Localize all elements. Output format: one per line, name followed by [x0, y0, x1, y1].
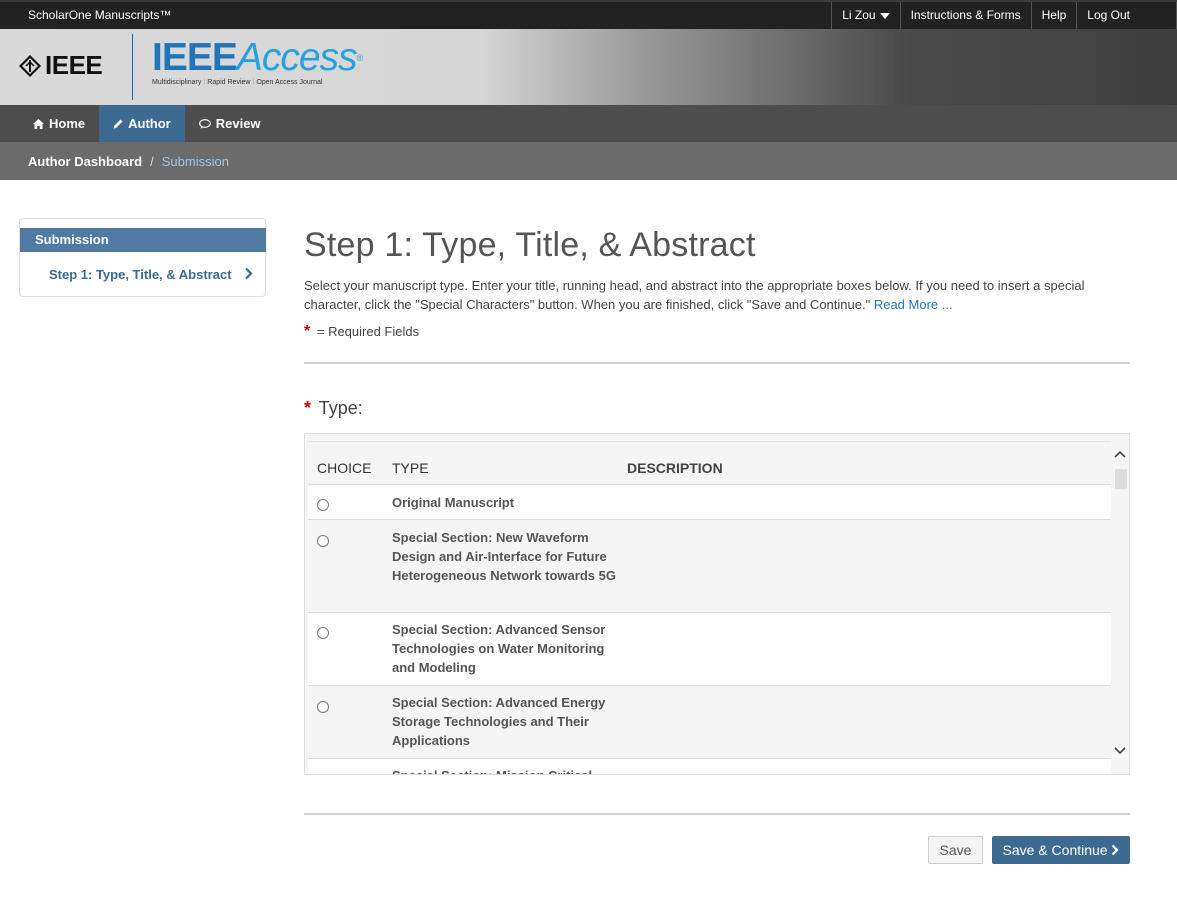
ieee-access-logo[interactable]: IEEEAccess® Multidisciplinary ⁞ Rapid Re… — [152, 36, 363, 87]
ieee-diamond-icon — [18, 54, 42, 78]
type-name: Original Manuscript — [392, 495, 515, 510]
instructions-text: Select your manuscript type. Enter your … — [304, 276, 1124, 314]
ieee-logo-text: IEEE — [45, 50, 103, 80]
divider-bottom — [304, 813, 1130, 815]
column-header-choice: CHOICE — [317, 460, 372, 476]
required-asterisk: * — [304, 323, 311, 340]
pencil-icon — [113, 119, 123, 128]
divider-top — [304, 362, 1130, 364]
tab-author[interactable]: Author — [99, 105, 185, 142]
instructions-forms-link[interactable]: Instructions & Forms — [899, 2, 1031, 29]
top-bar: ScholarOne Manuscripts™ Li Zou Instructi… — [0, 0, 1177, 29]
scroll-up-icon[interactable] — [1114, 450, 1126, 458]
header-banner: IEEE IEEEAccess® Multidisciplinary ⁞ Rap… — [0, 29, 1177, 105]
radio-special-section-water[interactable] — [317, 627, 329, 639]
table-header: CHOICE TYPE DESCRIPTION — [308, 441, 1112, 485]
scroll-down-icon[interactable] — [1114, 747, 1126, 755]
required-note-text: = Required Fields — [316, 324, 420, 339]
type-name: Special Section: Advanced Energy Storage… — [392, 695, 606, 748]
save-button[interactable]: Save — [928, 836, 983, 864]
column-header-type: TYPE — [392, 460, 429, 476]
instructions-body: Select your manuscript type. Enter your … — [304, 278, 1085, 312]
table-row[interactable]: Special Section: Advanced Energy Storage… — [308, 686, 1112, 759]
radio-special-section-energy[interactable] — [317, 701, 329, 713]
type-name: Special Section: New Waveform Design and… — [392, 530, 616, 583]
breadcrumb-separator: / — [150, 154, 154, 169]
user-menu[interactable]: Li Zou — [831, 2, 899, 29]
sidebar-item-step1[interactable]: Step 1: Type, Title, & Abstract — [49, 267, 232, 282]
logo-divider — [132, 34, 133, 100]
tab-review[interactable]: Review — [185, 105, 275, 142]
breadcrumb-bar: Author Dashboard / Submission — [0, 142, 1177, 180]
table-row[interactable]: Special Section: Mission Critical — [308, 759, 1112, 774]
main-nav: Home Author Review — [0, 105, 1177, 142]
tab-author-label: Author — [128, 116, 171, 131]
table-scrollbar[interactable] — [1111, 434, 1129, 774]
manuscript-type-table[interactable]: CHOICE TYPE DESCRIPTION Original Manuscr… — [304, 433, 1130, 775]
tab-review-label: Review — [215, 116, 261, 131]
table-content: CHOICE TYPE DESCRIPTION Original Manuscr… — [308, 441, 1112, 774]
access-logo-bold: IEEE — [152, 36, 238, 79]
read-more-link[interactable]: Read More ... — [874, 297, 953, 312]
ieee-logo[interactable]: IEEE — [18, 50, 103, 81]
comment-icon — [198, 118, 211, 129]
table-row[interactable]: Special Section: New Waveform Design and… — [308, 520, 1112, 613]
type-name: Special Section: Mission Critical — [392, 766, 617, 774]
scrollbar-thumb[interactable] — [1115, 469, 1127, 489]
tab-home[interactable]: Home — [19, 105, 99, 142]
access-tagline: Multidisciplinary ⁞ Rapid Review ⁞ Open … — [152, 79, 323, 86]
radio-original-manuscript[interactable] — [317, 499, 329, 511]
chevron-right-icon — [245, 267, 253, 280]
product-name: ScholarOne Manuscripts™ — [28, 8, 172, 22]
submission-sidebar: Submission Step 1: Type, Title, & Abstra… — [19, 218, 266, 297]
tab-home-label: Home — [49, 116, 86, 131]
sidebar-heading: Submission — [20, 228, 266, 252]
required-fields-note: * = Required Fields — [304, 323, 419, 341]
column-header-description: DESCRIPTION — [627, 460, 723, 476]
page-title: Step 1: Type, Title, & Abstract — [304, 226, 756, 264]
breadcrumb-submission: Submission — [161, 154, 229, 169]
access-logo-thin: Access — [236, 36, 358, 79]
help-link[interactable]: Help — [1030, 2, 1077, 29]
save-continue-button[interactable]: Save & Continue — [992, 836, 1130, 864]
save-continue-label: Save & Continue — [1002, 842, 1108, 858]
chevron-right-icon — [1112, 844, 1120, 856]
table-row[interactable]: Special Section: Advanced Sensor Technol… — [308, 613, 1112, 686]
table-row[interactable]: Original Manuscript — [308, 485, 1112, 520]
breadcrumb-author-dashboard[interactable]: Author Dashboard — [28, 154, 142, 169]
home-icon — [33, 118, 44, 129]
top-nav: Li Zou Instructions & Forms Help Log Out — [831, 2, 1177, 29]
type-required-asterisk: * — [304, 398, 312, 418]
type-name: Special Section: Advanced Sensor Technol… — [392, 622, 606, 675]
type-field-label: * Type: — [304, 398, 363, 419]
logout-link[interactable]: Log Out — [1076, 2, 1177, 29]
radio-special-section-5g[interactable] — [317, 535, 329, 547]
type-label-text: Type: — [318, 398, 363, 418]
breadcrumb: Author Dashboard / Submission — [28, 154, 229, 169]
user-menu-label: Li Zou — [842, 8, 876, 22]
caret-down-icon — [879, 12, 890, 19]
